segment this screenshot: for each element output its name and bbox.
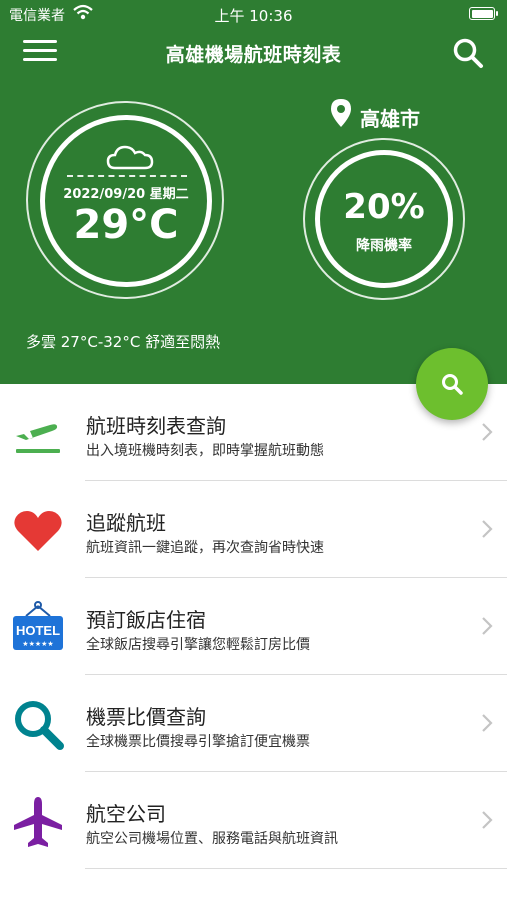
svg-text:HOTEL: HOTEL bbox=[16, 623, 60, 638]
page-title: 高雄機場航班時刻表 bbox=[165, 44, 342, 66]
item-label: 航班時刻表查詢 bbox=[86, 414, 226, 438]
weather-widget: 2022/09/20 星期二 29°C bbox=[26, 101, 224, 299]
status-bar: 電信業者 上午 10:36 bbox=[0, 0, 507, 28]
list-item-hotel[interactable]: HOTEL ★★★★★ 預訂飯店住宿 全球飯店搜尋引擎讓您輕鬆訂房比價 bbox=[0, 578, 507, 675]
status-time: 上午 10:36 bbox=[214, 7, 293, 25]
hotel-sign-icon: HOTEL ★★★★★ bbox=[13, 601, 63, 650]
heart-icon bbox=[14, 511, 62, 551]
item-label: 預訂飯店住宿 bbox=[86, 608, 206, 632]
airplane-icon bbox=[14, 797, 62, 847]
battery-icon bbox=[469, 7, 498, 20]
feature-list: 航班時刻表查詢 出入境班機時刻表，即時掌握航班動態 追蹤航班 航班資訊一鍵追蹤，… bbox=[0, 384, 507, 869]
airplane-departure-icon bbox=[16, 424, 60, 453]
item-label: 追蹤航班 bbox=[86, 511, 166, 535]
chevron-right-icon bbox=[482, 811, 493, 829]
weather-date: 2022/09/20 星期二 bbox=[63, 187, 189, 202]
chevron-right-icon bbox=[482, 714, 493, 732]
item-label: 機票比價查詢 bbox=[86, 705, 206, 729]
rain-circle: 20% 降雨機率 bbox=[315, 150, 453, 288]
cloud-icon bbox=[106, 145, 154, 170]
item-description: 全球機票比價搜尋引擎搶訂便宜機票 bbox=[86, 734, 310, 750]
weather-summary: 多雲 27°C-32°C 舒適至悶熱 bbox=[26, 333, 221, 351]
magnifier-icon bbox=[15, 701, 64, 750]
item-label: 航空公司 bbox=[86, 802, 166, 826]
rain-probability: 20% bbox=[343, 187, 425, 227]
location-pin-icon bbox=[331, 99, 351, 127]
svg-text:★★★★★: ★★★★★ bbox=[22, 640, 53, 648]
list-item-ticket-compare[interactable]: 機票比價查詢 全球機票比價搜尋引擎搶訂便宜機票 bbox=[0, 675, 507, 772]
header-panel: 電信業者 上午 10:36 高雄機場航班時刻表 2022/09/20 星期二 2… bbox=[0, 0, 507, 384]
chevron-right-icon bbox=[482, 617, 493, 635]
item-description: 航空公司機場位置、服務電話與航班資訊 bbox=[86, 831, 338, 847]
rain-widget: 20% 降雨機率 bbox=[303, 138, 465, 300]
divider bbox=[85, 868, 507, 869]
rain-label: 降雨機率 bbox=[356, 238, 412, 254]
chevron-right-icon bbox=[482, 423, 493, 441]
list-item-track-flight[interactable]: 追蹤航班 航班資訊一鍵追蹤，再次查詢省時快速 bbox=[0, 481, 507, 578]
weather-circle: 2022/09/20 星期二 29°C bbox=[40, 115, 212, 287]
divider bbox=[67, 175, 187, 177]
weather-temperature: 29°C bbox=[73, 202, 179, 248]
item-description: 出入境班機時刻表，即時掌握航班動態 bbox=[86, 443, 324, 459]
chevron-right-icon bbox=[482, 520, 493, 538]
item-description: 全球飯店搜尋引擎讓您輕鬆訂房比價 bbox=[86, 637, 310, 653]
top-bar: 高雄機場航班時刻表 bbox=[0, 30, 507, 74]
list-item-airlines[interactable]: 航空公司 航空公司機場位置、服務電話與航班資訊 bbox=[0, 772, 507, 869]
search-icon[interactable] bbox=[451, 36, 485, 70]
item-description: 航班資訊一鍵追蹤，再次查詢省時快速 bbox=[86, 540, 324, 556]
location-city: 高雄市 bbox=[360, 107, 420, 131]
list-item-flight-schedule[interactable]: 航班時刻表查詢 出入境班機時刻表，即時掌握航班動態 bbox=[0, 384, 507, 481]
